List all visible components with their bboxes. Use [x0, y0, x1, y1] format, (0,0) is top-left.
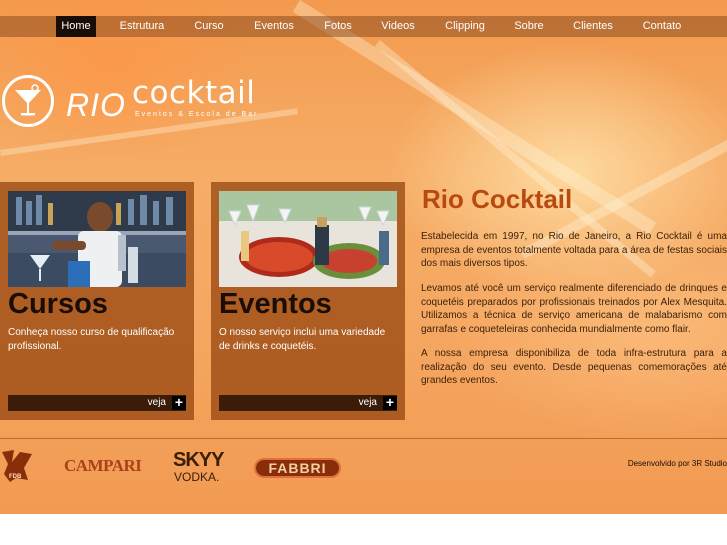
- brand-fdb: FDB: [9, 474, 22, 480]
- card-title: Cursos: [8, 288, 108, 320]
- credit-link[interactable]: Desenvolvido por 3R Studio: [628, 459, 727, 468]
- card-title: Eventos: [219, 288, 332, 320]
- intro-title: Rio Cocktail: [422, 184, 573, 214]
- card-eventos: Eventos O nosso serviço inclui uma varie…: [211, 182, 405, 420]
- nav-estrutura[interactable]: Estrutura: [113, 16, 171, 37]
- nav-fotos[interactable]: Fotos: [317, 16, 359, 37]
- nav-clientes[interactable]: Clientes: [565, 16, 621, 37]
- logo-tagline: Eventos & Escola de Bar: [135, 111, 259, 118]
- site-logo[interactable]: RIO cocktail Eventos & Escola de Bar: [2, 73, 272, 133]
- main-nav: Home Estrutura Curso Eventos Fotos Video…: [0, 16, 727, 37]
- nav-curso[interactable]: Curso: [188, 16, 230, 37]
- nav-videos[interactable]: Videos: [374, 16, 422, 37]
- brand-fabbri-badge: FABBRI: [254, 458, 341, 478]
- nav-eventos[interactable]: Eventos: [246, 16, 302, 37]
- card-cursos: Cursos Conheça nosso curso de qualificaç…: [0, 182, 194, 420]
- nav-contato[interactable]: Contato: [636, 16, 688, 37]
- brand-fdb-logo: FDB: [0, 448, 34, 484]
- more-link[interactable]: veja: [359, 395, 377, 411]
- plus-icon[interactable]: +: [172, 395, 186, 410]
- bartender-photo: [8, 191, 186, 287]
- footer-divider: [0, 438, 727, 439]
- nav-home[interactable]: Home: [56, 16, 96, 37]
- plus-icon[interactable]: +: [383, 395, 397, 410]
- intro-paragraph: Estabelecida em 1997, no Rio de Janeiro,…: [421, 231, 727, 269]
- intro-paragraph: Levamos até você um serviço realmente di…: [421, 283, 727, 335]
- logo-cocktail-text: cocktail: [132, 75, 256, 111]
- nav-clipping[interactable]: Clipping: [438, 16, 492, 37]
- card-more-bar[interactable]: veja +: [8, 395, 186, 411]
- card-more-bar[interactable]: veja +: [219, 395, 397, 411]
- card-description: Conheça nosso curso de qualificação prof…: [8, 327, 175, 352]
- logo-rio-text: RIO: [66, 87, 126, 123]
- buffet-table-photo: [219, 191, 397, 287]
- brand-skyy-vodka: VODKA.: [174, 470, 220, 484]
- martini-glass-icon: [2, 75, 54, 127]
- brand-fabbri: FABBRI: [268, 460, 327, 476]
- more-link[interactable]: veja: [148, 395, 166, 411]
- intro-paragraph: A nossa empresa disponibiliza de toda in…: [421, 348, 727, 386]
- nav-sobre[interactable]: Sobre: [507, 16, 551, 37]
- brand-skyy: SKYY: [173, 449, 224, 471]
- card-description: O nosso serviço inclui uma variedade de …: [219, 327, 386, 352]
- brand-campari: CAMPARI: [64, 456, 142, 475]
